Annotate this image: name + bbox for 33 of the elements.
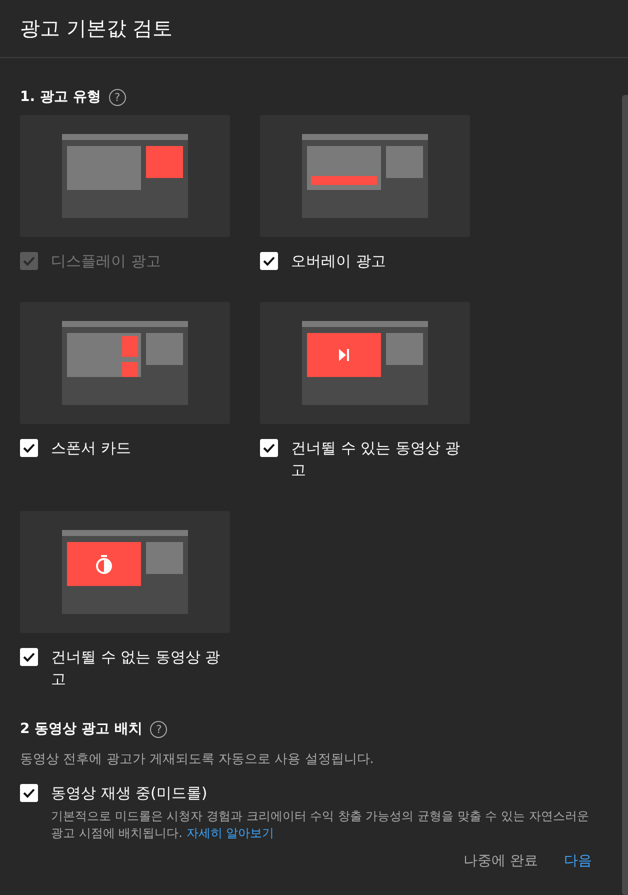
check-icon [23, 443, 35, 453]
checkbox-label: 디스플레이 광고 [51, 251, 161, 272]
checkbox[interactable] [20, 784, 38, 802]
learn-more-link[interactable]: 자세히 알아보기 [186, 826, 274, 840]
section-heading: 1. 광고 유형 [20, 88, 101, 106]
ad-type-card[interactable] [20, 302, 230, 424]
check-icon [263, 443, 275, 453]
dialog-title: 광고 기본값 검토 [20, 15, 173, 42]
ad-type-card[interactable] [260, 302, 470, 424]
option-description: 기본적으로 미드롤은 시청자 경험과 크리에이터 수익 창출 가능성의 균형을 맞출 수 있는 자연스러운 광고 시점에 배치됩니다. 자세히 알아보기 [51, 808, 590, 842]
section-description: 동영상 전후에 광고가 게재되도록 자동으로 사용 설정됩니다. [20, 751, 375, 768]
check-icon [23, 256, 35, 266]
checkbox-label: 건너뛸 수 없는 동영상 광고 [51, 647, 222, 690]
checkbox-label: 오버레이 광고 [291, 251, 386, 272]
ad-type-card[interactable] [20, 115, 230, 237]
checkbox-label: 건너뛸 수 있는 동영상 광고 [291, 438, 462, 481]
ad-type-card[interactable] [260, 115, 470, 237]
checkbox[interactable] [20, 439, 38, 457]
ad-type-card[interactable] [20, 511, 230, 633]
help-icon[interactable]: ? [150, 720, 168, 738]
check-icon [23, 652, 35, 662]
check-icon [23, 788, 35, 798]
scrollbar[interactable] [622, 95, 628, 895]
checkbox-label: 스폰서 카드 [51, 438, 131, 459]
checkbox[interactable] [260, 252, 278, 270]
finish-later-button[interactable]: 나중에 완료 [464, 852, 538, 870]
section-heading: 2 동영상 광고 배치 [20, 720, 142, 738]
check-icon [263, 256, 275, 266]
checkbox[interactable] [20, 648, 38, 666]
checkbox-label: 동영상 재생 중(미드롤) [51, 783, 208, 804]
next-button[interactable]: 다음 [564, 852, 592, 870]
checkbox[interactable] [260, 439, 278, 457]
help-icon[interactable]: ? [108, 88, 126, 106]
